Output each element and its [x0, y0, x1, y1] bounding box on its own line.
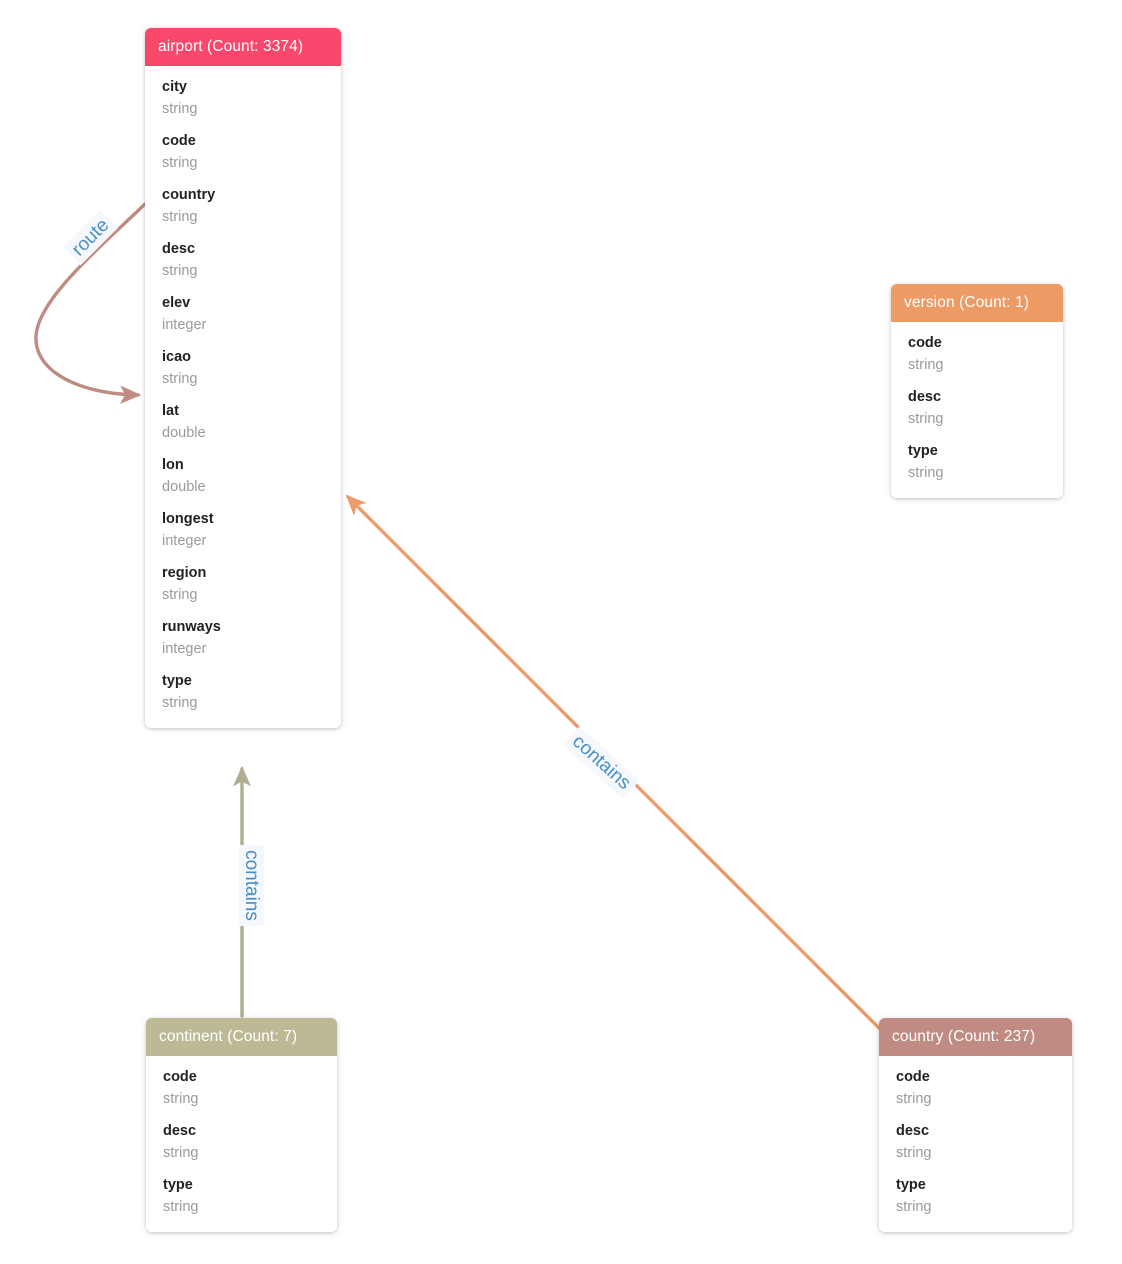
node-continent-fields: code string desc string type string	[146, 1056, 337, 1232]
edge-label-contains-continent[interactable]: contains	[238, 845, 264, 926]
field-row: country string	[145, 185, 341, 228]
field-row: runways integer	[145, 617, 341, 660]
field-type: string	[162, 155, 198, 171]
field-type: string	[163, 1091, 199, 1107]
field-name: type	[896, 1177, 926, 1193]
field-name: longest	[162, 511, 214, 527]
field-type: string	[896, 1199, 932, 1215]
field-name: code	[908, 335, 942, 351]
field-type: integer	[162, 533, 207, 549]
node-version[interactable]: version (Count: 1) code string desc stri…	[891, 284, 1063, 498]
field-type: integer	[162, 641, 207, 657]
field-type: integer	[162, 317, 207, 333]
field-type: string	[162, 209, 198, 225]
field-type: double	[162, 425, 206, 441]
node-country-fields: code string desc string type string	[879, 1056, 1072, 1232]
field-row: desc string	[146, 1121, 337, 1164]
field-row: icao string	[145, 347, 341, 390]
graph-canvas[interactable]: route contains contains airport (Count: …	[0, 0, 1122, 1264]
field-row: type string	[146, 1175, 337, 1218]
field-name: desc	[896, 1123, 930, 1139]
field-name: type	[163, 1177, 193, 1193]
field-row: code string	[879, 1067, 1072, 1110]
field-row: longest integer	[145, 509, 341, 552]
field-type: double	[162, 479, 206, 495]
node-airport-fields: city string code string country string d…	[145, 66, 341, 728]
field-type: string	[162, 371, 198, 387]
field-name: runways	[162, 619, 221, 635]
field-name: region	[162, 565, 207, 581]
field-name: type	[908, 443, 938, 459]
node-country-header[interactable]: country (Count: 237)	[879, 1018, 1072, 1056]
field-type: string	[908, 411, 944, 427]
field-row: lat double	[145, 401, 341, 444]
field-row: desc string	[145, 239, 341, 282]
field-name: city	[162, 79, 187, 95]
field-name: code	[162, 133, 196, 149]
field-name: desc	[162, 241, 196, 257]
field-type: string	[162, 587, 198, 603]
field-row: type string	[145, 671, 341, 714]
field-type: string	[162, 101, 198, 117]
field-name: icao	[162, 349, 192, 365]
field-name: type	[162, 673, 192, 689]
field-row: desc string	[891, 387, 1063, 430]
field-name: code	[896, 1069, 930, 1085]
field-name: lon	[162, 457, 184, 473]
field-row: code string	[145, 131, 341, 174]
node-country[interactable]: country (Count: 237) code string desc st…	[879, 1018, 1072, 1232]
field-name: country	[162, 187, 216, 203]
edge-label-route[interactable]: route	[62, 209, 119, 266]
node-continent-header[interactable]: continent (Count: 7)	[146, 1018, 337, 1056]
field-row: code string	[146, 1067, 337, 1110]
field-type: string	[162, 263, 198, 279]
field-type: string	[908, 465, 944, 481]
field-row: city string	[145, 77, 341, 120]
field-name: code	[163, 1069, 197, 1085]
node-airport-header[interactable]: airport (Count: 3374)	[145, 28, 341, 66]
field-row: type string	[879, 1175, 1072, 1218]
node-airport[interactable]: airport (Count: 3374) city string code s…	[145, 28, 341, 728]
field-type: string	[896, 1091, 932, 1107]
field-type: string	[162, 695, 198, 711]
field-row: desc string	[879, 1121, 1072, 1164]
field-row: elev integer	[145, 293, 341, 336]
field-name: desc	[163, 1123, 197, 1139]
field-type: string	[163, 1199, 199, 1215]
field-type: string	[163, 1145, 199, 1161]
field-row: region string	[145, 563, 341, 606]
field-row: lon double	[145, 455, 341, 498]
node-version-header[interactable]: version (Count: 1)	[891, 284, 1063, 322]
field-name: lat	[162, 403, 179, 419]
field-name: elev	[162, 295, 191, 311]
edge-label-contains-country[interactable]: contains	[563, 726, 640, 799]
node-version-fields: code string desc string type string	[891, 322, 1063, 498]
node-continent[interactable]: continent (Count: 7) code string desc st…	[146, 1018, 337, 1232]
field-type: string	[908, 357, 944, 373]
field-name: desc	[908, 389, 942, 405]
field-row: code string	[891, 333, 1063, 376]
field-row: type string	[891, 441, 1063, 484]
field-type: string	[896, 1145, 932, 1161]
